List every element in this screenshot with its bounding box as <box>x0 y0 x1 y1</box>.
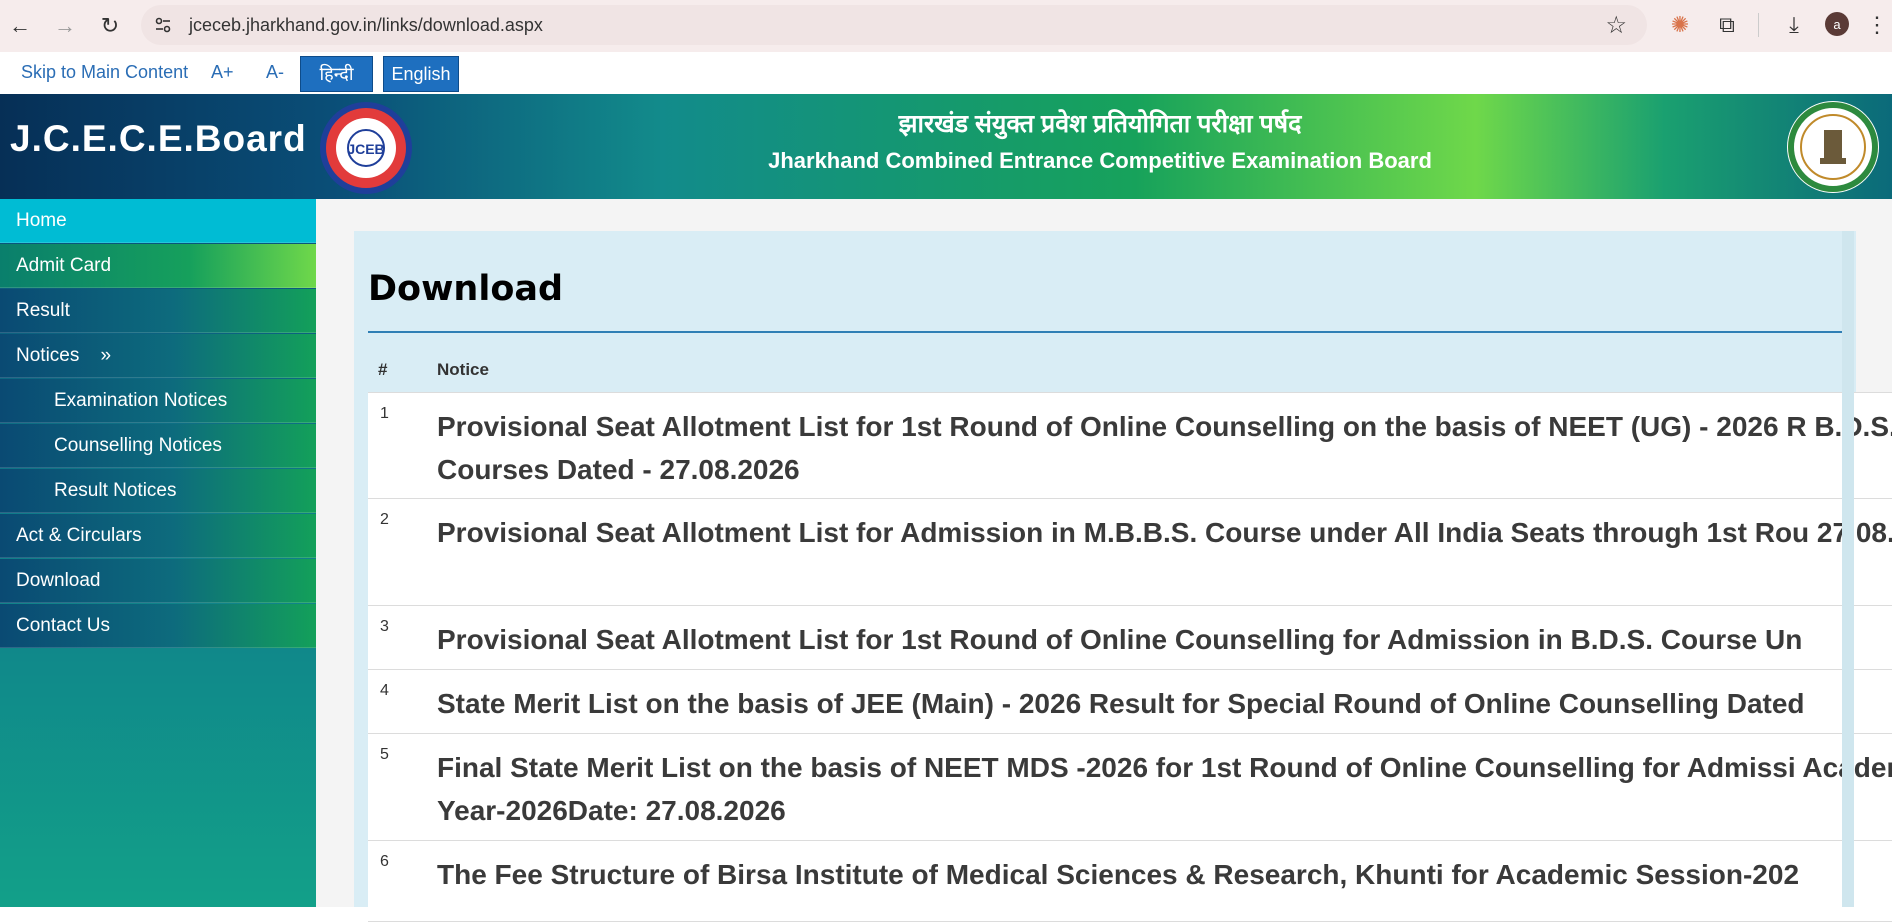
download-icon[interactable]: ⤓ <box>1779 10 1809 40</box>
row-number: 5 <box>380 746 389 763</box>
sidebar-nav: Home Admit Card Result Notices » Examina… <box>0 199 316 907</box>
browser-toolbar: ← → ↻ jceceb.jharkhand.gov.in/links/down… <box>0 0 1892 52</box>
extension-icon[interactable]: ✺ <box>1665 10 1695 40</box>
header-title-hindi: झारखंड संयुक्त प्रवेश प्रतियोगिता परीक्ष… <box>898 110 1302 138</box>
sidebar-item-download[interactable]: Download <box>0 559 316 603</box>
sidebar-item-notices[interactable]: Notices » <box>0 334 316 378</box>
address-bar[interactable]: jceceb.jharkhand.gov.in/links/download.a… <box>141 5 1647 45</box>
row-number: 1 <box>380 405 389 422</box>
reload-icon[interactable]: ↻ <box>96 12 124 40</box>
forward-icon[interactable]: → <box>51 12 79 40</box>
accessibility-bar: Skip to Main Content A+ A- हिन्दी Englis… <box>0 52 1892 94</box>
notice-link[interactable]: Final State Merit List on the basis of N… <box>437 746 1892 832</box>
row-number: 2 <box>380 511 389 528</box>
table-row: 5 Final State Merit List on the basis of… <box>368 734 1892 841</box>
table-row: 6 The Fee Structure of Birsa Institute o… <box>368 841 1892 922</box>
site-header: J.C.E.C.E.Board JCEB झारखंड संयुक्त प्रव… <box>0 94 1892 199</box>
panel-right-edge <box>1842 231 1854 907</box>
font-decrease-link[interactable]: A- <box>266 62 284 83</box>
table-row: 2 Provisional Seat Allotment List for Ad… <box>368 499 1892 606</box>
font-increase-link[interactable]: A+ <box>211 62 234 83</box>
row-number: 4 <box>380 682 389 699</box>
english-button[interactable]: English <box>383 56 459 92</box>
column-header-notice: Notice <box>437 360 489 379</box>
sidebar-item-contact-us[interactable]: Contact Us <box>0 604 316 648</box>
table-row: 4 State Merit List on the basis of JEE (… <box>368 670 1892 734</box>
profile-avatar[interactable]: a <box>1825 12 1849 36</box>
header-title-english: Jharkhand Combined Entrance Competitive … <box>768 148 1432 173</box>
bookmark-star-icon[interactable]: ☆ <box>1605 11 1627 40</box>
site-info-icon[interactable] <box>153 15 173 35</box>
notice-link[interactable]: State Merit List on the basis of JEE (Ma… <box>437 682 1892 725</box>
title-divider <box>368 331 1844 333</box>
sidebar-item-admit-card[interactable]: Admit Card <box>0 244 316 288</box>
notice-link[interactable]: Provisional Seat Allotment List for 1st … <box>437 405 1892 491</box>
download-panel: Download # Notice 1 Provisional Seat All… <box>354 231 1892 922</box>
page-title: Download <box>368 269 564 309</box>
jharkhand-government-seal-icon <box>1787 101 1879 193</box>
main-content: Download # Notice 1 Provisional Seat All… <box>316 199 1892 922</box>
sidebar-item-result-notices[interactable]: Result Notices <box>0 469 316 513</box>
row-number: 6 <box>380 853 389 870</box>
url-text[interactable]: jceceb.jharkhand.gov.in/links/download.a… <box>189 15 543 36</box>
extensions-puzzle-icon[interactable]: ⧉ <box>1712 10 1742 40</box>
table-row: 1 Provisional Seat Allotment List for 1s… <box>368 393 1892 499</box>
column-header-number: # <box>378 360 388 379</box>
notice-link[interactable]: Provisional Seat Allotment List for 1st … <box>437 618 1892 661</box>
back-icon[interactable]: ← <box>6 12 34 40</box>
menu-kebab-icon[interactable]: ⋮ <box>1862 10 1892 40</box>
sidebar-item-examination-notices[interactable]: Examination Notices <box>0 379 316 423</box>
hindi-button[interactable]: हिन्दी <box>300 56 373 92</box>
sidebar-item-counselling-notices[interactable]: Counselling Notices <box>0 424 316 468</box>
table-row: 3 Provisional Seat Allotment List for 1s… <box>368 606 1892 670</box>
skip-to-main-link[interactable]: Skip to Main Content <box>21 62 188 83</box>
sidebar-item-home[interactable]: Home <box>0 199 316 243</box>
sidebar-item-result[interactable]: Result <box>0 289 316 333</box>
toolbar-divider <box>1758 13 1759 37</box>
notice-link[interactable]: The Fee Structure of Birsa Institute of … <box>437 853 1892 896</box>
row-number: 3 <box>380 618 389 635</box>
notice-link[interactable]: Provisional Seat Allotment List for Admi… <box>437 511 1892 554</box>
sidebar-item-act-circulars[interactable]: Act & Circulars <box>0 514 316 558</box>
table-header: # Notice <box>368 347 1892 393</box>
